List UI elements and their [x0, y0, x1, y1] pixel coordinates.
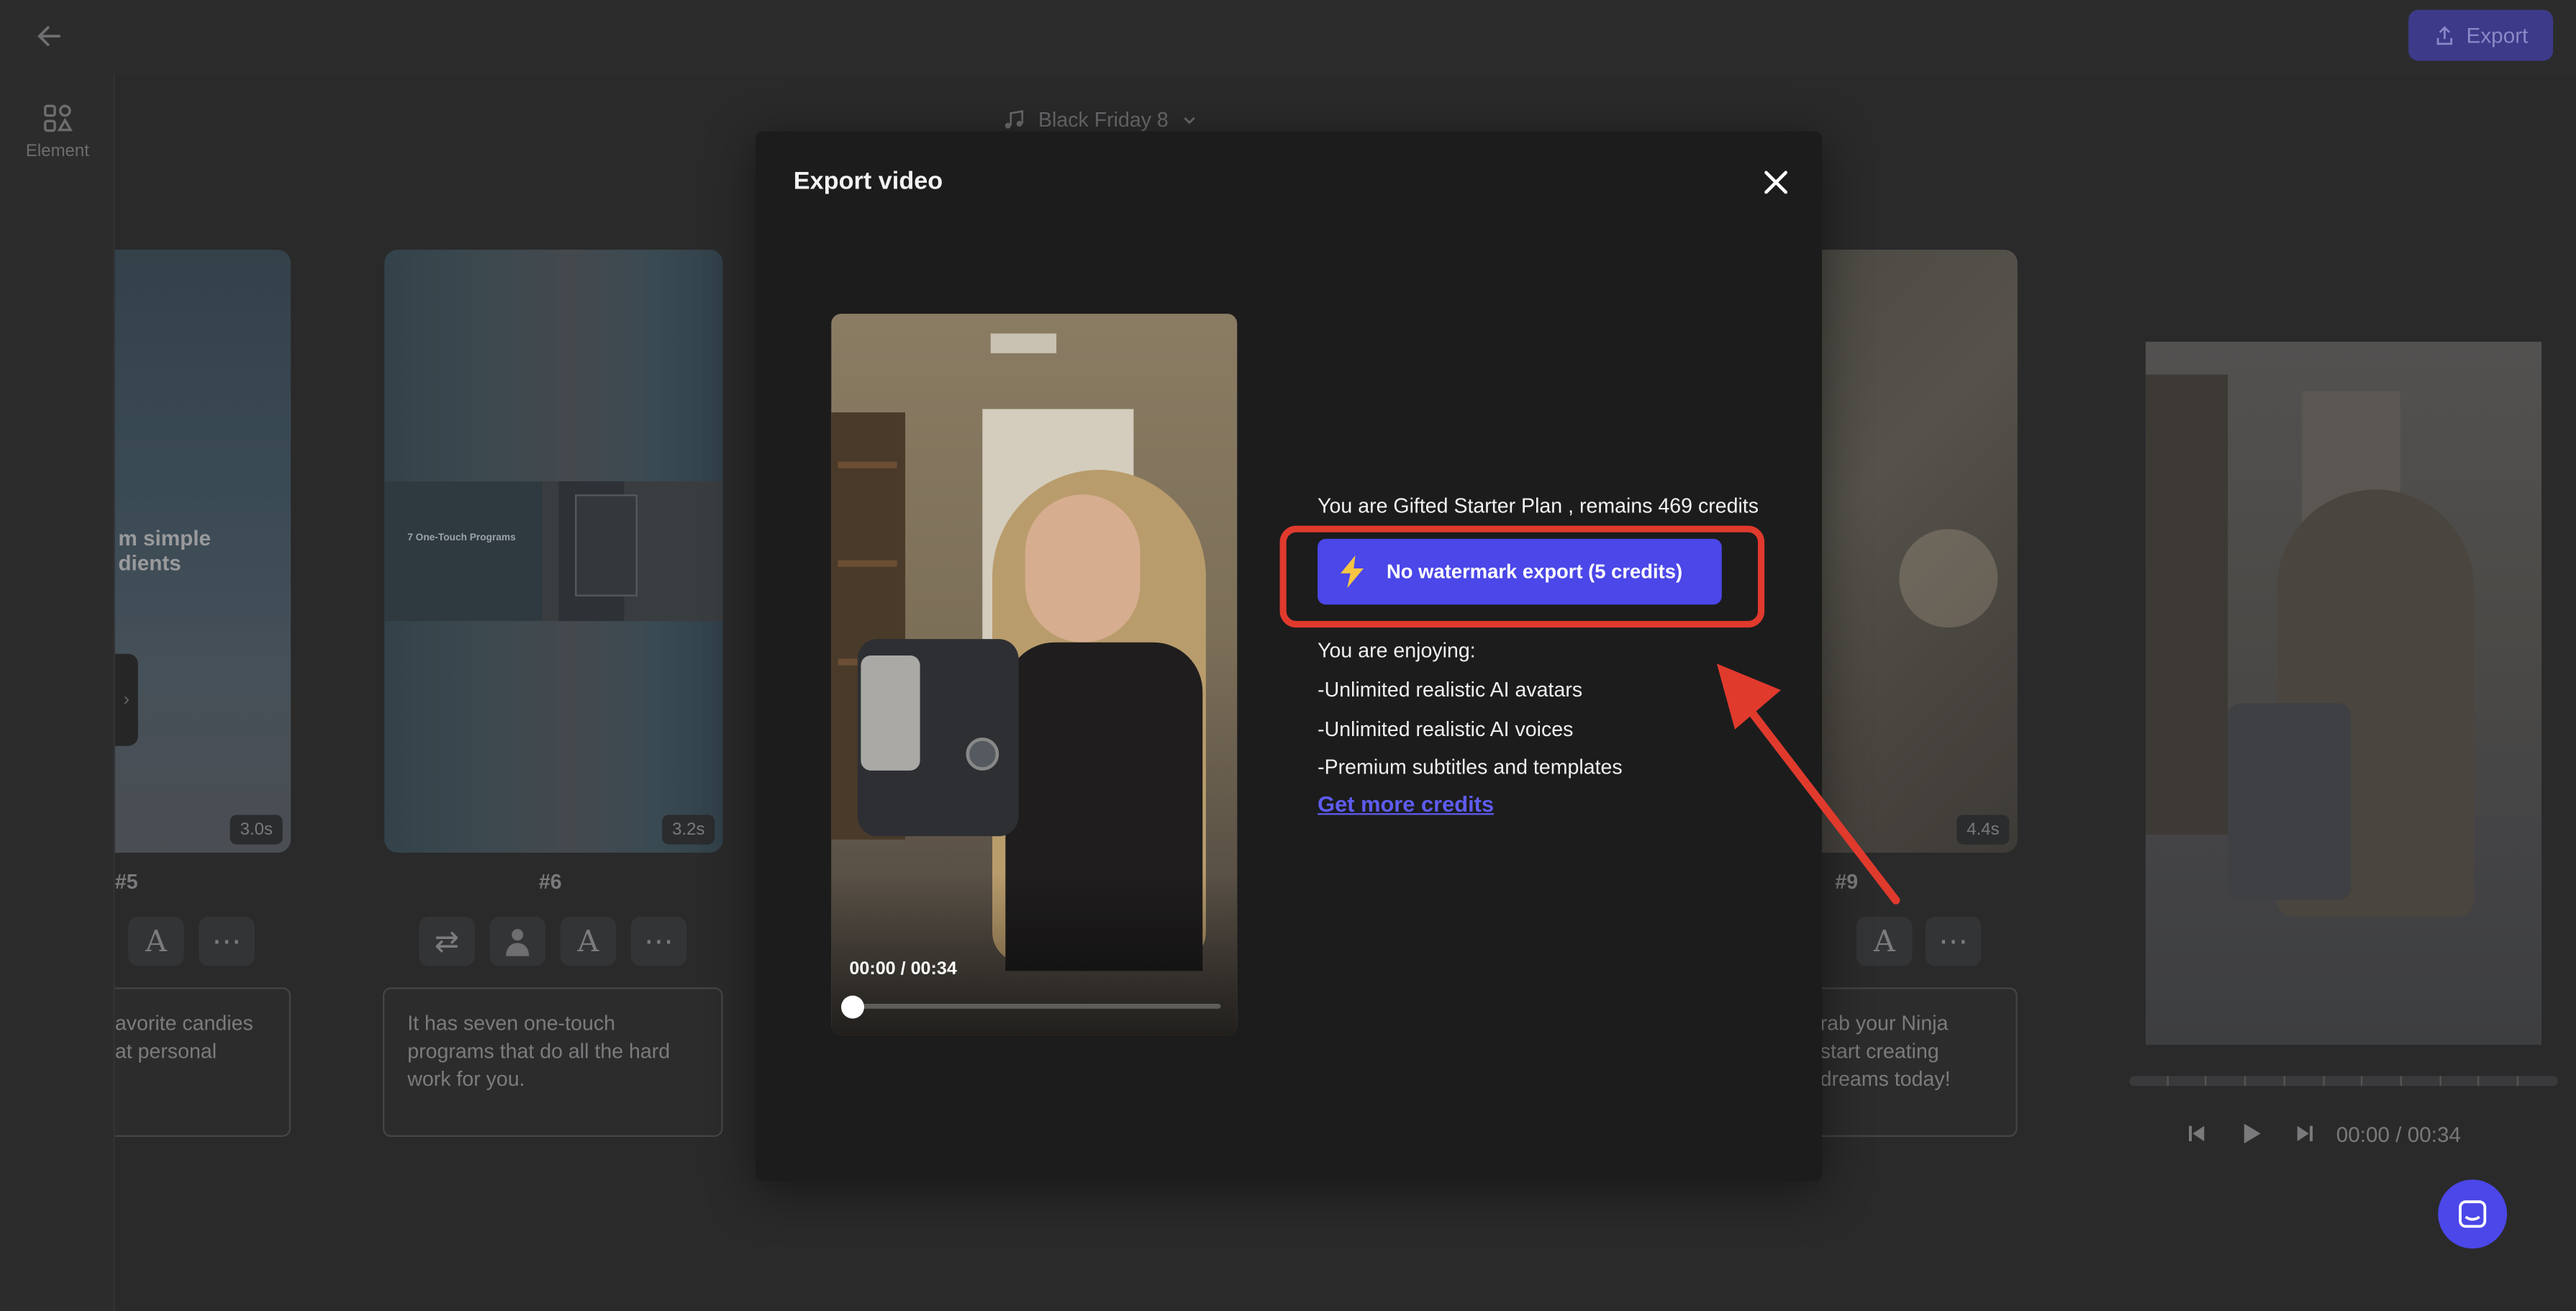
- export-video-modal: Export video 00:00 / 00:34 You are Gifte…: [756, 131, 1823, 1181]
- annotation-arrow: [1716, 663, 1900, 904]
- get-more-credits-link[interactable]: Get more credits: [1318, 792, 1494, 817]
- enjoying-heading: You are enjoying:: [1318, 639, 1476, 663]
- benefits-list: You are enjoying: -Unlimited realistic A…: [1318, 632, 1623, 789]
- benefit-item: -Premium subtitles and templates: [1318, 756, 1623, 780]
- export-video-preview[interactable]: 00:00 / 00:34: [831, 314, 1238, 1035]
- video-time: 00:00 / 00:34: [849, 959, 957, 979]
- video-progress-handle[interactable]: [840, 995, 864, 1019]
- plan-credits-text: You are Gifted Starter Plan , remains 46…: [1318, 494, 1759, 518]
- close-button[interactable]: [1758, 164, 1794, 200]
- video-progress-track[interactable]: [848, 1004, 1221, 1009]
- benefit-item: -Unlimited realistic AI avatars: [1318, 678, 1583, 702]
- close-icon: [1764, 171, 1788, 194]
- benefit-item: -Unlimited realistic AI voices: [1318, 717, 1574, 740]
- modal-title: Export video: [793, 167, 943, 196]
- annotation-highlight-box: [1279, 525, 1765, 628]
